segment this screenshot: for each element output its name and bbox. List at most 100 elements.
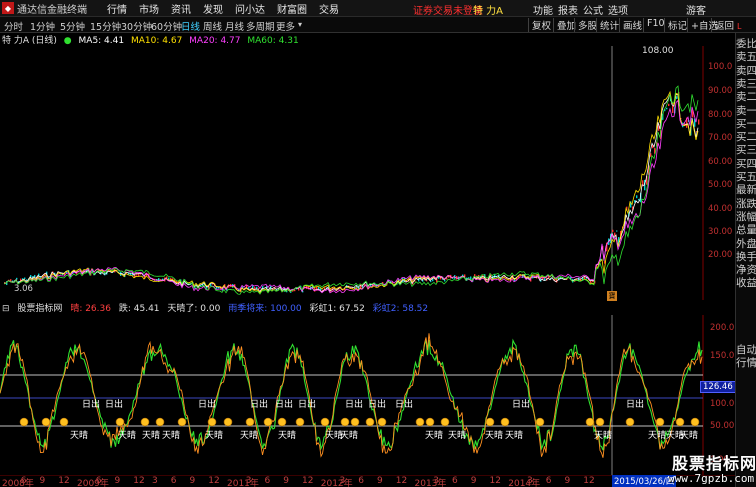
indicator-settings-icon[interactable]: ⊟ — [2, 304, 10, 314]
app-title: 通达信金融终端 — [17, 4, 87, 16]
sidebar-item[interactable]: 涨幅 — [736, 211, 756, 224]
sun-icon — [415, 417, 425, 427]
menu-formulas[interactable]: 公式 — [583, 2, 603, 17]
sidebar-item[interactable]: 买五 — [736, 171, 756, 184]
sidebar-item[interactable]: 净资 — [736, 264, 756, 277]
date-axis-label: 2014年 — [508, 479, 541, 487]
guest-user[interactable]: 游客 — [686, 2, 706, 17]
f10-button[interactable]: F10 — [643, 18, 665, 32]
price-axis-label: 20.00 — [708, 250, 733, 260]
indicator-axis-label: 100.0 — [710, 399, 735, 409]
period-tick[interactable]: 分时 — [4, 19, 23, 33]
sidebar-item[interactable]: 卖三 — [736, 78, 756, 91]
sidebar-item[interactable]: 卖二 — [736, 91, 756, 104]
indicator-axis-label: 50.00 — [710, 421, 735, 431]
sun-icon — [440, 417, 450, 427]
period-weekly[interactable]: 周线 — [203, 19, 222, 33]
main-menu: 行情 市场 资讯 发现 问小达 财富圈 交易 — [107, 1, 351, 16]
multi-stock-button[interactable]: 多股 — [574, 18, 597, 32]
sidebar-item[interactable]: 总量 — [736, 224, 756, 237]
menu-item-quotes[interactable]: 行情 — [107, 1, 127, 16]
sunrise-label: 日出 — [82, 398, 100, 410]
period-60min[interactable]: 60分钟 — [151, 19, 182, 33]
sidebar-item[interactable]: 买三 — [736, 144, 756, 157]
period-15min[interactable]: 15分钟 — [90, 19, 121, 33]
date-axis-label: 2013年 — [414, 479, 447, 487]
sidebar-item[interactable]: 换手 — [736, 251, 756, 264]
clear-label: 天晴 — [162, 429, 180, 441]
sun-icon — [59, 417, 69, 427]
period-daily[interactable]: 日线 — [181, 19, 200, 33]
sidebar-item[interactable]: 买一 — [736, 118, 756, 131]
candlestick — [668, 103, 670, 107]
sun-icon — [295, 417, 305, 427]
title-bar: ◆ 通达信金融终端 行情 市场 资讯 发现 问小达 财富圈 交易 证券交易未登录… — [0, 0, 756, 17]
candlestick — [248, 287, 250, 289]
watermark-title: 股票指标网 — [672, 454, 756, 473]
price-axis-label: 60.00 — [708, 157, 733, 167]
menu-functions[interactable]: 功能 — [533, 2, 553, 17]
menu-item-ask[interactable]: 问小达 — [235, 1, 265, 16]
candlestick — [612, 229, 614, 233]
app-logo-icon: ◆ — [2, 2, 14, 14]
sidebar-item[interactable]: 涨跌 — [736, 198, 756, 211]
sun-icon — [340, 417, 350, 427]
sidebar-item[interactable]: 委比 — [736, 38, 756, 51]
date-axis-label: 6 — [95, 476, 102, 486]
sidebar-item[interactable]: 买四 — [736, 158, 756, 171]
sidebar-item[interactable]: 买二 — [736, 131, 756, 144]
draw-line-button[interactable]: 画线 — [619, 18, 642, 32]
date-axis-label: 3 — [433, 476, 439, 486]
indicator-chart[interactable]: 日出 日出 日出 日出 日出 日出 日出 日出 日出 日出 日出天晴 天晴 天晴 天晴 天晴 天晴 天晴 天晴天晴… — [0, 315, 735, 475]
overlay-button[interactable]: 叠加 — [553, 18, 576, 32]
date-axis-label: 6 — [264, 476, 271, 486]
sidebar-item[interactable]: 外盘 — [736, 238, 756, 251]
period-monthly[interactable]: 月线 — [225, 19, 244, 33]
date-axis-label: 3 — [527, 476, 533, 486]
chevron-down-icon[interactable]: ▾ — [298, 20, 302, 29]
candlestick — [638, 198, 640, 201]
period-1min[interactable]: 1分钟 — [30, 19, 55, 33]
clear-label: 天晴 — [142, 429, 160, 441]
date-axis-label: 2012年 — [320, 479, 353, 487]
stock-title: 特 力A — [473, 6, 504, 17]
period-toolbar: 分时 1分钟 5分钟 15分钟 30分钟 60分钟 日线 周线 月线 多周期 更… — [0, 17, 756, 33]
sidebar-item[interactable]: 卖五 — [736, 51, 756, 64]
sidebar-item[interactable]: 最新 — [736, 184, 756, 197]
menu-item-wealth[interactable]: 财富圈 — [277, 1, 307, 16]
period-more[interactable]: 更多 — [276, 19, 295, 33]
sun-icon — [41, 417, 51, 427]
menu-item-discover[interactable]: 发现 — [203, 1, 223, 16]
menu-item-market[interactable]: 市场 — [139, 1, 159, 16]
stock-period-label: 特 力A (日线) — [2, 36, 57, 46]
sidebar-item[interactable]: 卖四 — [736, 65, 756, 78]
price-axis-label: 50.00 — [708, 180, 733, 190]
indicator-field-clear: 天晴了: 0.00 — [167, 304, 221, 314]
clear-label: 天晴 — [594, 429, 612, 441]
price-axis-label: 100.0 — [708, 62, 733, 72]
menu-options[interactable]: 选项 — [608, 2, 628, 17]
cursor-marker-icon[interactable]: 寶 — [607, 291, 617, 301]
sidebar-item[interactable]: 卖一 — [736, 105, 756, 118]
period-30min[interactable]: 30分钟 — [121, 19, 152, 33]
indicator-name[interactable]: 股票指标网 — [17, 304, 62, 314]
menu-item-trade[interactable]: 交易 — [319, 1, 339, 16]
period-5min[interactable]: 5分钟 — [60, 19, 85, 33]
ma-dot-icon: ● — [63, 36, 72, 46]
sidebar-item[interactable]: 行情 — [736, 357, 756, 370]
sun-icon — [207, 417, 217, 427]
statistics-button[interactable]: 统计 — [596, 18, 619, 32]
mark-button[interactable]: 标记 — [664, 18, 687, 32]
price-chart[interactable] — [0, 46, 735, 300]
sidebar-item[interactable]: 收益 — [736, 277, 756, 290]
menu-item-news[interactable]: 资讯 — [171, 1, 191, 16]
indicator-field-rain: 雨季将来: 100.00 — [228, 304, 302, 314]
sidebar-item[interactable]: 自动 — [736, 344, 756, 357]
menu-reports[interactable]: 报表 — [558, 2, 578, 17]
max-price-label: 108.00 — [642, 46, 674, 56]
indicator-axis-label: 200.0 — [710, 323, 735, 333]
period-multi[interactable]: 多周期 — [246, 19, 275, 33]
adjust-button[interactable]: 复权 — [528, 18, 551, 32]
sun-icon — [585, 417, 595, 427]
back-button[interactable]: 返回 — [711, 18, 734, 32]
